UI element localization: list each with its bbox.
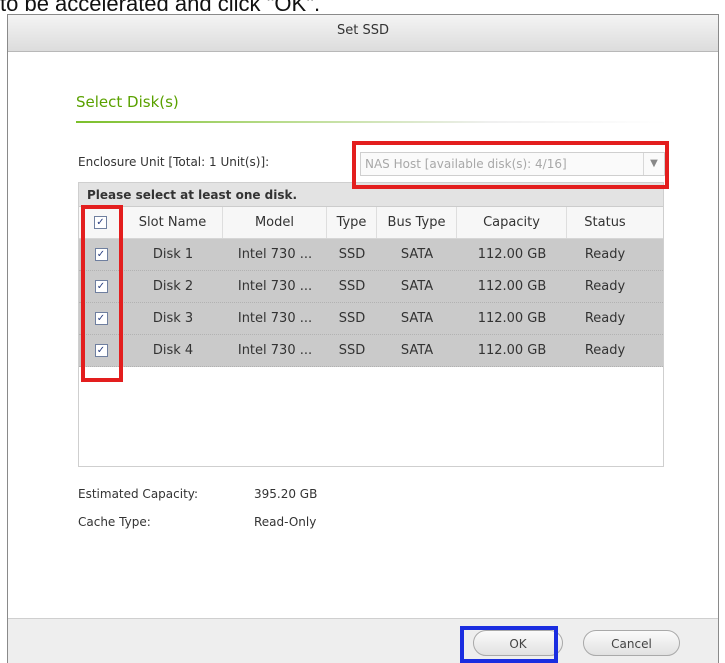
column-header-capacity[interactable]: Capacity — [457, 207, 567, 238]
column-header-slot[interactable]: Slot Name — [123, 207, 223, 238]
disk-slot: Disk 4 — [152, 343, 194, 358]
disk-checkbox[interactable]: ✓ — [94, 280, 108, 293]
disk-model: Intel 730 ... — [237, 247, 313, 262]
disk-checkbox[interactable]: ✓ — [94, 344, 108, 357]
dialog-titlebar: Set SSD — [8, 15, 718, 52]
table-row[interactable]: ✓ Disk 2 Intel 730 ... SSD SATA 112.00 G… — [79, 271, 663, 303]
disk-type: SSD — [338, 343, 366, 358]
disk-bus-type: SATA — [400, 279, 434, 294]
disk-status: Ready — [584, 311, 626, 326]
disk-slot: Disk 3 — [152, 311, 194, 326]
grid-header-row: ✓ Slot Name Model Type Bus Type Capacity… — [79, 207, 663, 239]
disk-capacity: 112.00 GB — [477, 343, 547, 358]
column-header-model[interactable]: Model — [223, 207, 327, 238]
cache-type-label: Cache Type: — [78, 515, 151, 529]
column-header-bus-type[interactable]: Bus Type — [377, 207, 457, 238]
disk-bus-type: SATA — [400, 311, 434, 326]
estimated-capacity-value: 395.20 GB — [254, 487, 318, 501]
column-header-status[interactable]: Status — [567, 207, 643, 238]
disk-model: Intel 730 ... — [237, 279, 313, 294]
disk-capacity: 112.00 GB — [477, 247, 547, 262]
table-row[interactable]: ✓ Disk 4 Intel 730 ... SSD SATA 112.00 G… — [79, 335, 663, 367]
disk-capacity: 112.00 GB — [477, 279, 547, 294]
disk-status: Ready — [584, 247, 626, 262]
table-row[interactable]: ✓ Disk 1 Intel 730 ... SSD SATA 112.00 G… — [79, 239, 663, 271]
disk-bus-type: SATA — [400, 343, 434, 358]
disk-checkbox-cell[interactable]: ✓ — [79, 271, 123, 302]
disk-model: Intel 730 ... — [237, 343, 313, 358]
disk-slot: Disk 1 — [152, 247, 194, 262]
grid-hint: Please select at least one disk. — [79, 183, 663, 207]
select-all-cell[interactable]: ✓ — [79, 207, 123, 238]
disk-grid: Please select at least one disk. ✓ Slot … — [78, 182, 664, 467]
disk-checkbox[interactable]: ✓ — [94, 312, 108, 325]
column-header-type[interactable]: Type — [327, 207, 377, 238]
chevron-down-icon[interactable]: ▼ — [643, 153, 664, 175]
disk-type: SSD — [338, 247, 366, 262]
enclosure-select[interactable]: NAS Host [available disk(s): 4/16] ▼ — [360, 152, 665, 176]
disk-slot: Disk 2 — [152, 279, 194, 294]
set-ssd-dialog: Set SSD Select Disk(s) Enclosure Unit [T… — [7, 14, 719, 663]
disk-type: SSD — [338, 279, 366, 294]
disk-type: SSD — [338, 311, 366, 326]
dialog-title: Set SSD — [337, 23, 389, 38]
disk-capacity: 112.00 GB — [477, 311, 547, 326]
cache-type-value: Read-Only — [254, 515, 317, 529]
disk-status: Ready — [584, 279, 626, 294]
enclosure-select-value: NAS Host [available disk(s): 4/16] — [365, 157, 567, 171]
estimated-capacity-label: Estimated Capacity: — [78, 487, 199, 501]
section-divider — [76, 121, 668, 123]
section-title: Select Disk(s) — [76, 93, 179, 111]
cancel-button[interactable]: Cancel — [583, 630, 680, 656]
disk-status: Ready — [584, 343, 626, 358]
disk-checkbox-cell[interactable]: ✓ — [79, 335, 123, 366]
disk-checkbox[interactable]: ✓ — [94, 248, 108, 261]
disk-checkbox-cell[interactable]: ✓ — [79, 303, 123, 334]
disk-model: Intel 730 ... — [237, 311, 313, 326]
enclosure-label: Enclosure Unit [Total: 1 Unit(s)]: — [78, 155, 270, 169]
dialog-footer: OK Cancel — [8, 618, 718, 663]
select-all-checkbox[interactable]: ✓ — [94, 216, 107, 229]
disk-checkbox-cell[interactable]: ✓ — [79, 239, 123, 270]
table-row[interactable]: ✓ Disk 3 Intel 730 ... SSD SATA 112.00 G… — [79, 303, 663, 335]
ok-button[interactable]: OK — [473, 630, 563, 656]
disk-bus-type: SATA — [400, 247, 434, 262]
